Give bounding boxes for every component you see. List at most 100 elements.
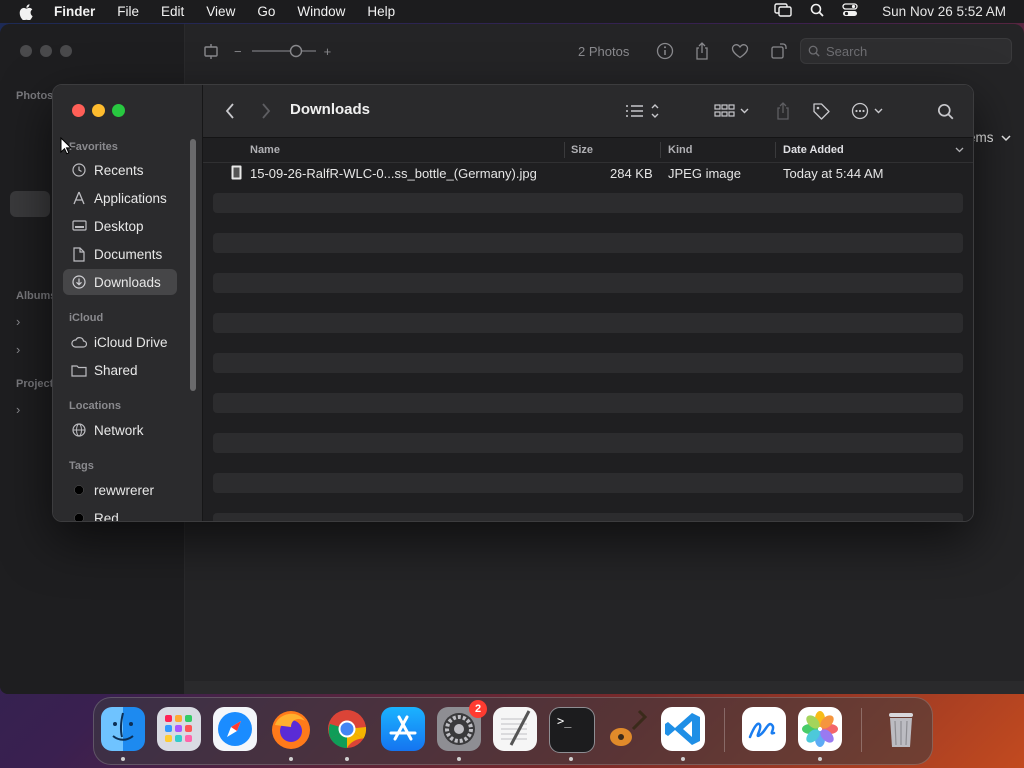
chrome-dock-icon[interactable]: [325, 707, 369, 751]
photos-selected-row[interactable]: [10, 191, 50, 217]
menu-file[interactable]: File: [117, 4, 139, 19]
column-date-added-header[interactable]: Date Added: [783, 144, 844, 156]
textedit-dock-icon[interactable]: [493, 707, 537, 751]
search-button[interactable]: [931, 97, 959, 125]
menu-app-name[interactable]: Finder: [54, 4, 95, 19]
photos-items-label[interactable]: ems: [968, 130, 1011, 145]
freeform-dock-icon[interactable]: [742, 707, 786, 751]
close-button[interactable]: [72, 104, 85, 117]
photos-close-button[interactable]: [20, 45, 32, 57]
sidebar-item-icloud-drive[interactable]: iCloud Drive: [63, 329, 177, 355]
chevron-right-icon[interactable]: ›: [16, 314, 20, 329]
list-view-icon: [626, 104, 659, 118]
group-by-button[interactable]: [713, 97, 753, 125]
search-icon: [937, 103, 953, 119]
column-name-header[interactable]: Name: [250, 144, 280, 156]
share-icon[interactable]: [694, 32, 710, 70]
photos-section-label: Photos: [16, 90, 54, 102]
share-button[interactable]: [769, 97, 797, 125]
sidebar-tag-rewwrerer[interactable]: rewwrerer: [63, 477, 177, 503]
column-divider[interactable]: [564, 142, 565, 158]
sidebar-item-desktop[interactable]: Desktop: [63, 213, 177, 239]
photos-zoom-button[interactable]: [60, 45, 72, 57]
sidebar-item-shared[interactable]: Shared: [63, 357, 177, 383]
file-kind: JPEG image: [668, 166, 741, 181]
tag-icon: [813, 103, 830, 120]
forward-button[interactable]: [254, 99, 278, 123]
app-store-dock-icon[interactable]: [381, 707, 425, 751]
screen-mirroring-icon[interactable]: [774, 3, 792, 20]
back-button[interactable]: [218, 99, 242, 123]
menu-view[interactable]: View: [206, 4, 235, 19]
locations-section-label: Locations: [69, 400, 121, 412]
info-icon[interactable]: [656, 32, 674, 70]
photos-search-field[interactable]: Search: [800, 38, 1012, 64]
rotate-crop-icon[interactable]: [202, 32, 220, 70]
chevron-right-icon[interactable]: ›: [16, 402, 20, 417]
empty-row: [213, 233, 963, 253]
sidebar-tag-red[interactable]: Red: [63, 505, 177, 522]
menu-window[interactable]: Window: [297, 4, 345, 19]
zoom-slider[interactable]: − +: [234, 32, 331, 70]
favorite-heart-icon[interactable]: [731, 32, 749, 70]
sidebar-item-recents[interactable]: Recents: [63, 157, 177, 183]
sidebar-item-documents[interactable]: Documents: [63, 241, 177, 267]
empty-row: [213, 273, 963, 293]
finder-toolbar: Downloads: [203, 85, 973, 138]
column-divider[interactable]: [775, 142, 776, 158]
trash-dock-icon[interactable]: [879, 707, 923, 751]
menu-edit[interactable]: Edit: [161, 4, 184, 19]
sidebar-item-label: Downloads: [94, 274, 161, 290]
safari-dock-icon[interactable]: [213, 707, 257, 751]
clock-icon: [71, 162, 87, 178]
apple-menu-icon[interactable]: [16, 2, 36, 22]
table-row[interactable]: 15-09-26-RalfR-WLC-0...ss_bottle_(German…: [203, 163, 973, 183]
running-indicator: [345, 757, 349, 761]
cloud-icon: [71, 334, 87, 350]
empty-row: [213, 353, 963, 373]
finder-dock-icon[interactable]: [101, 707, 145, 751]
minimize-button[interactable]: [92, 104, 105, 117]
terminal-dock-icon[interactable]: >_: [549, 707, 595, 753]
column-kind-header[interactable]: Kind: [668, 144, 692, 156]
photos-minimize-button[interactable]: [40, 45, 52, 57]
photos-horizontal-scrollbar[interactable]: [184, 681, 1024, 694]
sidebar-item-label: iCloud Drive: [94, 334, 168, 350]
running-indicator: [121, 757, 125, 761]
column-divider[interactable]: [660, 142, 661, 158]
sidebar-scrollbar[interactable]: [190, 139, 196, 391]
column-size-header[interactable]: Size: [571, 144, 593, 156]
dock-divider: [861, 708, 862, 752]
sidebar-item-label: rewwrerer: [94, 482, 155, 498]
running-indicator: [457, 757, 461, 761]
sidebar-item-label: Desktop: [94, 218, 144, 234]
firefox-dock-icon[interactable]: [269, 707, 313, 751]
menu-go[interactable]: Go: [257, 4, 275, 19]
sidebar-item-applications[interactable]: Applications: [63, 185, 177, 211]
launchpad-dock-icon[interactable]: [157, 707, 201, 751]
empty-row: [213, 313, 963, 333]
photos-dock-icon[interactable]: [798, 707, 842, 751]
notification-badge: 2: [469, 700, 487, 718]
running-indicator: [818, 757, 822, 761]
menu-help[interactable]: Help: [367, 4, 395, 19]
sidebar-item-network[interactable]: Network: [63, 417, 177, 443]
finder-content: Downloads Name Size Kind Date Added 15-0…: [203, 85, 973, 521]
tags-button[interactable]: [806, 97, 836, 125]
window-title: Downloads: [290, 101, 371, 118]
control-center-icon[interactable]: [842, 3, 858, 20]
more-actions-button[interactable]: [849, 97, 889, 125]
visual-studio-code-dock-icon[interactable]: [661, 707, 705, 751]
rotate-icon[interactable]: [770, 32, 788, 70]
sidebar-item-downloads[interactable]: Downloads: [63, 269, 177, 295]
chevron-right-icon[interactable]: ›: [16, 342, 20, 357]
zoom-button[interactable]: [112, 104, 125, 117]
garageband-dock-icon[interactable]: [605, 707, 649, 751]
grid-group-icon: [714, 104, 749, 117]
spotlight-search-icon[interactable]: [810, 3, 824, 20]
menu-bar-clock[interactable]: Sun Nov 26 5:52 AM: [882, 4, 1006, 19]
sort-chevron-down-icon[interactable]: [955, 147, 964, 153]
sidebar-item-label: Red: [94, 510, 119, 522]
system-settings-dock-icon[interactable]: 2: [437, 700, 487, 751]
view-options-button[interactable]: [623, 97, 663, 125]
